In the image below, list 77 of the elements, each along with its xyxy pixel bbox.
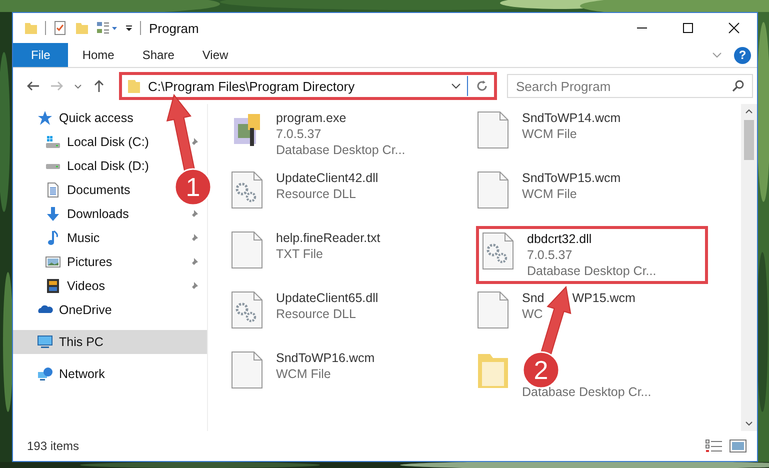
window-title: Program — [149, 20, 199, 36]
file-icon — [230, 350, 264, 390]
sidebar-item[interactable]: Local Disk (D:) — [13, 154, 149, 178]
gear-file-icon — [481, 231, 515, 271]
file-icon — [476, 110, 510, 150]
view-icon[interactable] — [96, 20, 118, 36]
scroll-down-icon[interactable] — [745, 419, 753, 427]
file-detail: WCM File — [522, 186, 578, 202]
scroll-thumb[interactable] — [744, 120, 754, 160]
file-name: UpdateClient65.dll — [276, 290, 378, 306]
music-icon — [45, 230, 61, 246]
ribbon-tab[interactable]: Share — [128, 43, 188, 67]
close-icon — [728, 22, 740, 34]
callout-number: 1 — [186, 172, 200, 202]
address-bar[interactable]: C:\Program Files\Program Directory — [119, 72, 497, 100]
monitor-icon — [37, 334, 53, 350]
file-name: program.exe — [276, 110, 348, 126]
file-icon — [230, 230, 264, 270]
star-icon — [37, 110, 53, 126]
large-icons-view-icon[interactable] — [729, 439, 747, 453]
disk-icon — [45, 134, 61, 150]
file-detail: 7.0.5.37 — [527, 247, 574, 263]
file-detail: TXT File — [276, 246, 324, 262]
file-name: SndToWP16.wcm — [276, 350, 375, 366]
sidebar-item[interactable]: Pictures — [13, 250, 112, 274]
file-name: SndToWP14.wcm — [522, 110, 621, 126]
sidebar-item[interactable]: This PC — [13, 330, 207, 354]
ribbon-tab[interactable]: File — [13, 43, 68, 67]
sidebar-item[interactable]: Local Disk (C:) — [13, 130, 149, 154]
folder-icon — [126, 78, 142, 94]
pictures-icon — [45, 254, 61, 270]
file-name: UpdateClient42.dll — [276, 170, 378, 186]
file-detail: Database Desktop Cr... — [276, 142, 406, 158]
expand-ribbon-icon[interactable] — [712, 50, 722, 60]
download-icon — [45, 206, 61, 222]
document-icon — [45, 182, 61, 198]
file-detail: Resource DLL — [276, 306, 357, 322]
ribbon-tab[interactable]: Home — [68, 43, 128, 67]
sidebar-item[interactable]: Network — [13, 362, 207, 386]
dropdown-icon[interactable] — [451, 81, 461, 91]
ribbon-tab[interactable]: View — [188, 43, 242, 67]
file-name: help.fineReader.txt — [276, 230, 380, 246]
sidebar-item[interactable]: Music — [13, 226, 100, 250]
file-name: SndToWP15.wcm — [522, 170, 621, 186]
file-detail: Database Desktop Cr... — [522, 384, 652, 400]
details-view-icon[interactable] — [705, 439, 723, 453]
file-detail: 7.0.5.37 — [276, 126, 322, 142]
file-detail: Resource DLL — [276, 186, 357, 202]
sidebar-item[interactable]: Downloads — [13, 202, 129, 226]
item-count: 193 items — [27, 439, 80, 453]
help-button[interactable]: ? — [734, 46, 751, 64]
sidebar-item[interactable]: Quick access — [13, 106, 207, 130]
file-detail: WCM File — [276, 366, 332, 382]
file-detail: Database Desktop Cr... — [527, 263, 656, 279]
dropdown-icon[interactable] — [124, 23, 134, 33]
gear-file-icon — [230, 290, 264, 330]
file-detail: WC — [522, 306, 544, 322]
sidebar-item[interactable]: Videos — [13, 274, 105, 298]
file-item[interactable]: dbdcrt32.dll 7.0.5.37 Database Desktop Cr... — [476, 226, 708, 284]
file-name: dbdcrt32.dll — [527, 231, 593, 247]
sidebar-item[interactable]: Documents — [13, 178, 130, 202]
file-name: Snd — [522, 290, 544, 306]
film-icon — [45, 278, 61, 294]
file-detail: WCM File — [522, 126, 578, 142]
properties-icon[interactable] — [52, 20, 68, 36]
scroll-up-icon[interactable] — [745, 108, 753, 116]
network-icon — [37, 366, 53, 382]
file-icon — [476, 290, 510, 330]
address-path: C:\Program Files\Program Directory — [148, 78, 356, 94]
maximize-icon — [682, 22, 694, 34]
gear-file-icon — [230, 170, 264, 210]
scrollbar[interactable] — [741, 104, 757, 431]
file-name: WP15.wcm — [572, 290, 636, 306]
sidebar-item[interactable]: OneDrive — [13, 298, 207, 322]
search-field[interactable]: Search Program — [507, 74, 753, 98]
file-icon — [476, 170, 510, 210]
callout-number: 2 — [534, 355, 548, 385]
